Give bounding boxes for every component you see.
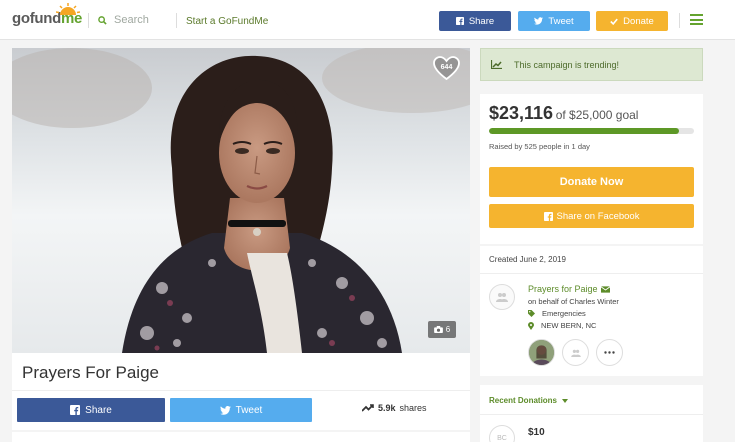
location-label: NEW BERN, NC [541,321,597,330]
logo-text-gofund: gofund [12,10,62,27]
header-donate-label: Donate [623,15,654,27]
trending-text: This campaign is trending! [514,59,620,70]
portrait-illustration [12,48,470,353]
team-member-avatar[interactable] [528,339,555,366]
gofundme-logo[interactable]: gofundme [12,3,82,27]
group-icon [496,293,508,302]
recent-donations-title: Recent Donations [489,396,558,405]
created-date: Created June 2, 2019 [489,255,566,264]
campaign-title-bar: Prayers For Paige [12,353,470,390]
favorite-heart-button[interactable]: 644 [433,56,460,81]
donor-avatar: BC [489,425,515,442]
raised-summary: $23,116 of $25,000 goal [489,103,638,124]
start-gofundme-link[interactable]: Start a GoFundMe [186,16,268,27]
campaign-category[interactable]: Emergencies [528,309,586,318]
photo-gallery-button[interactable]: 6 [428,321,456,338]
organizer-name-link[interactable]: Prayers for Paige [528,284,610,294]
content-divider [12,432,470,442]
share-on-facebook-label: Share on Facebook [556,210,640,222]
twitter-tweet-button[interactable]: Tweet [170,398,312,422]
share-count: 5.9k shares [362,403,427,413]
hamburger-menu-icon[interactable] [690,14,703,25]
team-member-placeholder-avatar[interactable] [562,339,589,366]
header-tweet-label: Tweet [548,15,574,27]
trending-up-icon [362,404,374,412]
camera-icon [433,326,443,333]
campaign-title: Prayers For Paige [22,363,159,382]
goal-progress-bar [489,128,694,134]
facebook-icon [70,405,81,415]
raised-amount: $23,116 [489,103,554,123]
organizer-avatar[interactable] [489,284,515,310]
organizer-divider [480,273,703,274]
caret-down-icon [562,398,569,403]
organizer-name: Prayers for Paige [528,284,598,294]
team-members [528,339,623,366]
twitter-icon [534,17,544,25]
envelope-icon[interactable] [600,285,610,293]
member-photo-icon [529,340,554,365]
ellipsis-icon [604,351,615,354]
facebook-share-button[interactable]: Share [17,398,165,422]
share-count-number: 5.9k [378,403,396,413]
donation-amount: $10 [528,427,545,438]
search-icon [98,15,107,25]
goal-text: of $25,000 goal [555,108,639,122]
search-input[interactable] [114,14,174,26]
recent-donations-card: Recent Donations BC $10 [480,385,703,442]
donate-now-button[interactable]: Donate Now [489,167,694,197]
header-divider [88,13,89,28]
sun-icon [56,3,80,15]
tag-icon [528,310,535,317]
photo-count-text: 6 [445,325,451,334]
share-count-suffix: shares [399,403,427,413]
raised-by-text: Raised by 525 people in 1 day [489,142,590,151]
header-share-label: Share [468,15,495,27]
campaign-share-row: Share Tweet 5.9k shares [12,390,470,430]
campaign-photo[interactable] [12,48,470,353]
facebook-icon [543,211,553,221]
checkmark-icon [610,18,618,25]
group-icon [570,349,581,357]
search-box[interactable] [98,14,174,26]
trending-banner: This campaign is trending! [480,48,703,81]
organizer-card: Created June 2, 2019 Prayers for Paige o… [480,246,703,376]
top-nav: gofundme Start a GoFundMe Share Tweet Do… [0,0,735,40]
header-donate-button[interactable]: Donate [596,11,668,31]
goal-progress-fill [489,128,679,134]
more-members-button[interactable] [596,339,623,366]
facebook-icon [455,17,464,25]
map-pin-icon [528,321,534,330]
recent-donations-toggle[interactable]: Recent Donations [489,396,569,405]
campaign-location: NEW BERN, NC [528,321,596,330]
trending-chart-icon [491,60,502,69]
header-share-button[interactable]: Share [439,11,511,31]
category-label: Emergencies [542,309,586,318]
twitter-icon [219,405,231,415]
on-behalf-of: on behalf of Charles Winter [528,297,619,306]
donation-goal-card: $23,116 of $25,000 goal Raised by 525 pe… [480,94,703,244]
heart-count: 644 [440,64,453,71]
recent-divider [480,414,703,415]
header-tweet-button[interactable]: Tweet [518,11,590,31]
share-on-facebook-button[interactable]: Share on Facebook [489,204,694,228]
header-divider [176,13,177,28]
facebook-share-label: Share [85,404,112,416]
twitter-tweet-label: Tweet [235,404,263,416]
header-divider [679,13,680,28]
